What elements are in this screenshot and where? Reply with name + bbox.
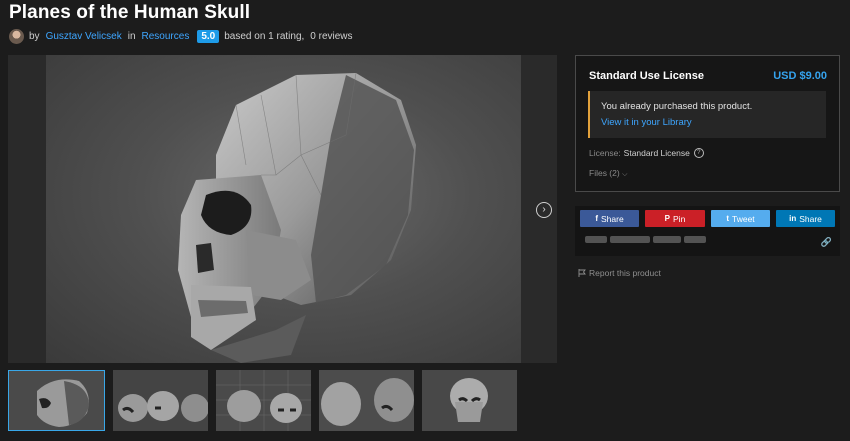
category-link[interactable]: Resources bbox=[142, 31, 190, 42]
share-url-field[interactable] bbox=[585, 233, 815, 249]
linkedin-share-button[interactable]: in Share bbox=[776, 210, 835, 227]
report-product-link[interactable]: Report this product bbox=[578, 268, 661, 278]
facebook-icon: f bbox=[595, 214, 598, 223]
files-label: Files (2) bbox=[589, 168, 620, 178]
thumbnail[interactable] bbox=[8, 370, 105, 431]
facebook-share-label: Share bbox=[600, 213, 624, 224]
twitter-tweet-label: Tweet bbox=[731, 213, 755, 224]
product-gallery: › bbox=[8, 55, 557, 363]
pinterest-pin-button[interactable]: P Pin bbox=[645, 210, 705, 227]
thumbnail[interactable] bbox=[216, 370, 311, 431]
next-image-button[interactable]: › bbox=[536, 202, 552, 218]
author-avatar[interactable] bbox=[9, 28, 24, 44]
author-link[interactable]: Gusztav Velicsek bbox=[46, 31, 122, 42]
chevron-right-icon: › bbox=[542, 204, 546, 215]
facebook-share-button[interactable]: f Share bbox=[580, 210, 639, 227]
pinterest-icon: P bbox=[664, 214, 671, 223]
rating-text: based on 1 rating, bbox=[224, 30, 305, 42]
twitter-icon: t bbox=[726, 214, 729, 223]
linkedin-icon: in bbox=[789, 214, 797, 223]
pinterest-pin-label: Pin bbox=[673, 213, 686, 224]
help-icon[interactable]: ? bbox=[693, 148, 704, 158]
chevron-down-icon: ⌵ bbox=[622, 171, 628, 178]
rating-badge: 5.0 bbox=[197, 29, 220, 43]
thumbnail[interactable] bbox=[113, 370, 208, 431]
by-label: by bbox=[29, 30, 40, 42]
flag-icon bbox=[578, 269, 586, 277]
reviews-link[interactable]: 0 reviews bbox=[310, 31, 352, 42]
link-icon[interactable]: 🔗 bbox=[821, 237, 832, 248]
purchased-text: You already purchased this product. bbox=[601, 101, 753, 112]
twitter-tweet-button[interactable]: t Tweet bbox=[711, 210, 770, 227]
license-type-row: License: Standard License ? bbox=[589, 148, 704, 158]
main-product-image[interactable] bbox=[46, 55, 521, 363]
files-toggle[interactable]: Files (2) ⌵ bbox=[589, 168, 627, 179]
in-label: in bbox=[127, 30, 136, 42]
thumbnail[interactable] bbox=[422, 370, 517, 431]
license-value: Standard License bbox=[623, 148, 690, 158]
linkedin-share-label: Share bbox=[799, 213, 822, 224]
license-title: Standard Use License bbox=[589, 70, 704, 82]
library-link[interactable]: View it in your Library bbox=[601, 117, 692, 128]
report-label: Report this product bbox=[589, 268, 661, 278]
share-panel: f Share P Pin t Tweet in Share 🔗 bbox=[575, 206, 840, 256]
license-label: License: bbox=[589, 148, 621, 158]
page-title: Planes of the Human Skull bbox=[9, 2, 251, 23]
license-panel: Standard Use License USD $9.00 You alrea… bbox=[575, 55, 840, 192]
byline: by Gusztav Velicsek in Resources 5.0 bas… bbox=[9, 27, 353, 45]
thumbnail[interactable] bbox=[319, 370, 414, 431]
license-price: USD $9.00 bbox=[773, 70, 827, 82]
purchased-notice: You already purchased this product. View… bbox=[588, 91, 826, 138]
